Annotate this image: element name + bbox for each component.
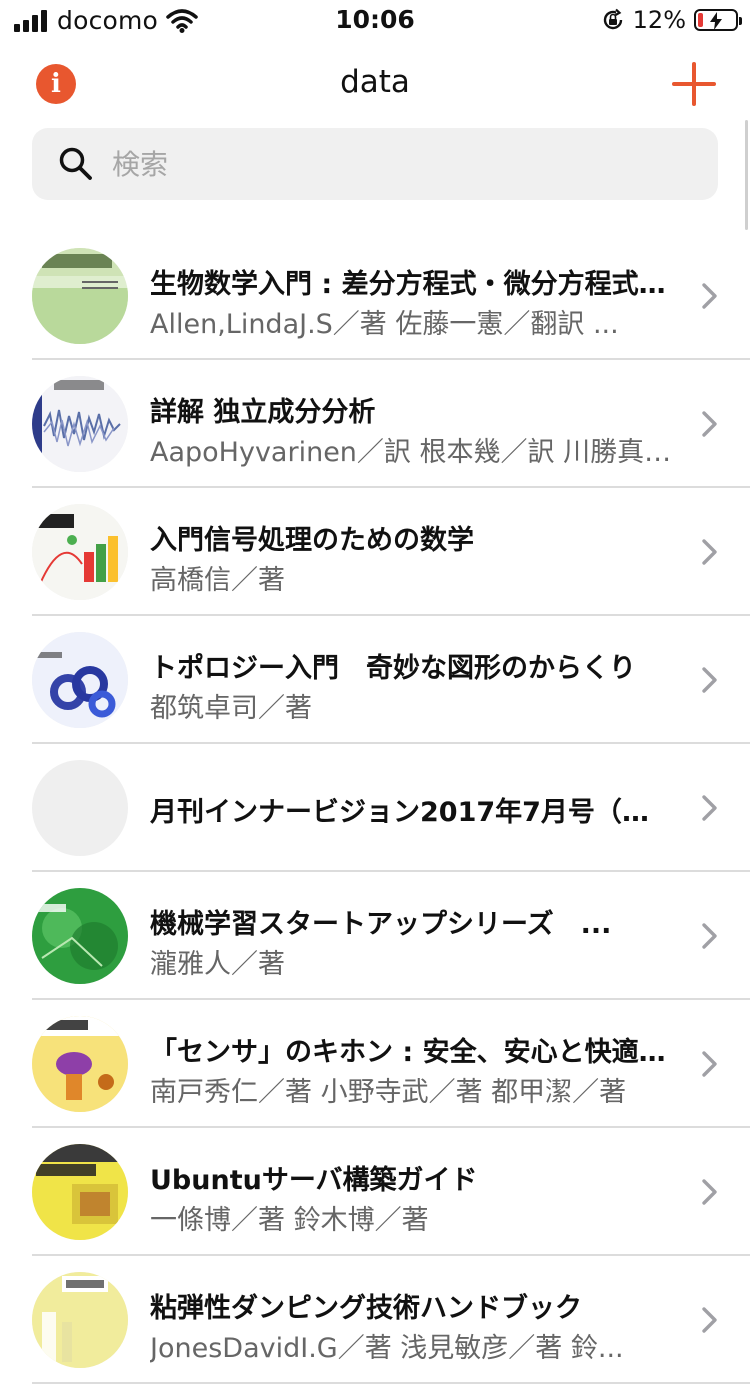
book-cover <box>32 504 128 600</box>
book-title: トポロジー入門 奇妙な図形のからくり <box>150 653 636 684</box>
book-cover-placeholder <box>32 760 128 856</box>
book-cover <box>32 1016 128 1112</box>
add-button[interactable] <box>672 62 716 106</box>
book-cover <box>32 1144 128 1240</box>
book-cover <box>32 1272 128 1368</box>
list-item[interactable]: Ubuntuサーバ構築ガイド 一條博／著 鈴木博／著 <box>0 1128 750 1256</box>
book-cover <box>32 888 128 984</box>
battery-percentage: 12% <box>632 6 686 34</box>
battery-icon <box>694 9 742 31</box>
book-list: 生物数学入門 : 差分方程式・微分方程式の基礎からのアプローチ Allen,Li… <box>0 232 750 1384</box>
list-item[interactable]: 詳解 独立成分分析 AapoHyvarinen／訳 根本幾／訳 川勝真喜／訳 <box>0 360 750 488</box>
list-item[interactable]: 機械学習スタートアップシリーズ ... 瀧雅人／著 <box>0 872 750 1000</box>
chevron-right-icon <box>702 539 717 565</box>
book-author: 瀧雅人／著 <box>150 949 285 980</box>
list-item[interactable]: トポロジー入門 奇妙な図形のからくり 都筑卓司／著 <box>0 616 750 744</box>
book-title: 詳解 独立成分分析 <box>150 397 376 428</box>
chevron-right-icon <box>702 283 717 309</box>
list-item[interactable]: 「センサ」のキホン : 安全、安心と快適を支える 南戸秀仁／著 小野寺武／著 都… <box>0 1000 750 1128</box>
plus-icon <box>672 62 716 106</box>
chevron-right-icon <box>702 667 717 693</box>
list-item[interactable]: 生物数学入門 : 差分方程式・微分方程式の基礎からのアプローチ Allen,Li… <box>0 232 750 360</box>
status-right: 12% <box>601 6 742 34</box>
book-cover <box>32 248 128 344</box>
book-title: 月刊インナービジョン2017年7月号（第32巻第7号） <box>150 797 670 828</box>
book-title: 「センサ」のキホン : 安全、安心と快適を支える <box>150 1037 670 1068</box>
book-author: JonesDavidI.G／著 浅見敏彦／著 鈴... <box>150 1333 624 1364</box>
book-title: 粘弾性ダンピング技術ハンドブック <box>150 1293 582 1324</box>
chevron-right-icon <box>702 1307 717 1333</box>
orientation-lock-icon <box>603 8 622 30</box>
status-bar: docomo 10:06 12% <box>0 0 750 40</box>
book-author: AapoHyvarinen／訳 根本幾／訳 川勝真喜／訳 <box>150 437 680 468</box>
book-author: 一條博／著 鈴木博／著 <box>150 1205 429 1236</box>
book-title: 生物数学入門 : 差分方程式・微分方程式の基礎からのアプローチ <box>150 269 670 300</box>
book-cover <box>32 632 128 728</box>
scroll-indicator <box>745 120 748 230</box>
book-author: 南戸秀仁／著 小野寺武／著 都甲潔／著 <box>150 1077 627 1108</box>
search-bar[interactable] <box>32 128 718 200</box>
chevron-right-icon <box>702 923 717 949</box>
chevron-right-icon <box>702 1179 717 1205</box>
book-author: 都筑卓司／著 <box>150 693 312 724</box>
search-input[interactable] <box>112 128 692 200</box>
list-item[interactable]: 入門信号処理のための数学 高橋信／著 <box>0 488 750 616</box>
list-item[interactable]: 月刊インナービジョン2017年7月号（第32巻第7号） <box>0 744 750 872</box>
chevron-right-icon <box>702 411 717 437</box>
list-item[interactable]: 粘弾性ダンピング技術ハンドブック JonesDavidI.G／著 浅見敏彦／著 … <box>0 1256 750 1384</box>
book-author: Allen,LindaJ.S／著 佐藤一憲／翻訳 ... <box>150 309 619 340</box>
book-title: Ubuntuサーバ構築ガイド <box>150 1165 478 1196</box>
book-title: 入門信号処理のための数学 <box>150 525 474 556</box>
search-icon <box>59 147 92 180</box>
navigation-bar: i data <box>0 44 750 124</box>
page-title: data <box>340 64 410 100</box>
book-author: 高橋信／著 <box>150 565 285 596</box>
chevron-right-icon <box>702 1051 717 1077</box>
chevron-right-icon <box>702 795 717 821</box>
book-cover <box>32 376 128 472</box>
book-title: 機械学習スタートアップシリーズ ... <box>150 909 612 940</box>
